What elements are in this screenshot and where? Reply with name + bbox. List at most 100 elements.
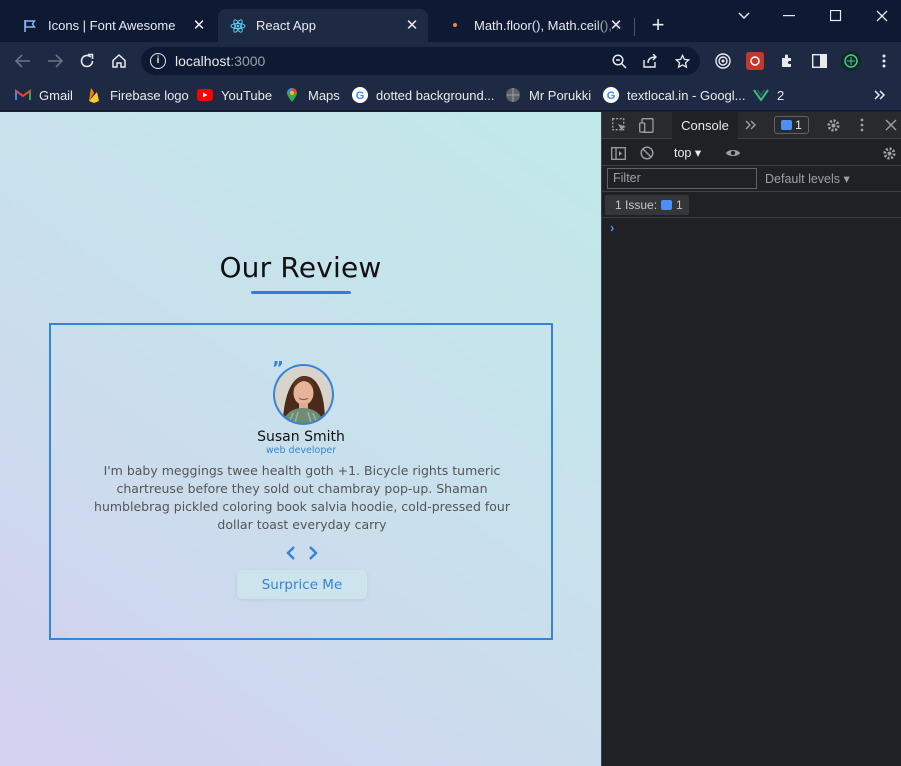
devtools-tab-bar: Console 1 [602, 112, 901, 139]
bookmark-label: textlocal.in - Googl... [627, 87, 746, 103]
maximize-icon[interactable] [813, 4, 859, 28]
close-devtools-icon[interactable] [882, 116, 900, 134]
svg-text:G: G [607, 90, 616, 102]
bookmark-youtube[interactable]: YouTube [197, 85, 272, 105]
title-underline [251, 291, 351, 294]
devtools-panel: Console 1 top ▾ Filter Default levels ▾ … [601, 112, 901, 766]
clear-console-icon[interactable] [638, 144, 656, 162]
issues-label: 1 Issue: [615, 198, 658, 212]
issues-badge-button[interactable]: 1 [774, 116, 809, 134]
filter-input[interactable]: Filter [607, 168, 757, 189]
bookmark-label: Maps [308, 87, 340, 103]
puzzle-icon[interactable] [778, 52, 796, 70]
tab-strip: Icons | Font Awesome ✕ React App ✕ Math.… [0, 0, 901, 42]
bookmark-maps[interactable]: Maps [284, 85, 340, 105]
close-icon[interactable]: ✕ [191, 17, 207, 34]
firebase-icon [86, 87, 102, 103]
issues-chip[interactable]: 1 Issue: 1 [605, 195, 689, 215]
issues-badge-count: 1 [795, 118, 802, 132]
console-settings-gear-icon[interactable] [880, 144, 898, 162]
inspect-element-icon[interactable] [610, 116, 628, 134]
tab-console[interactable]: Console [672, 112, 738, 139]
close-icon[interactable]: ✕ [608, 17, 624, 34]
bookmark-star-icon[interactable] [674, 53, 690, 69]
minimize-icon[interactable] [766, 4, 812, 28]
bookmark-firebase-logo[interactable]: Firebase logo [86, 85, 189, 105]
settings-gear-icon[interactable] [824, 116, 842, 134]
flag-icon [22, 18, 38, 34]
maps-pin-icon [284, 87, 300, 103]
review-card: ” Susan Smith web developer I'm baby meg… [49, 323, 553, 640]
devtools-kebab-icon[interactable] [853, 116, 871, 134]
bookmark-dotted-background[interactable]: G dotted background... [352, 85, 495, 105]
bookmark-label: Gmail [39, 87, 73, 103]
globe-icon [505, 87, 521, 103]
youtube-icon [197, 87, 213, 103]
share-icon[interactable] [642, 53, 658, 69]
tab-title: Icons | Font Awesome [48, 18, 176, 33]
more-tabs-chevron-icon[interactable] [742, 116, 760, 134]
dot-icon [448, 18, 464, 34]
show-sidebar-icon[interactable] [609, 144, 627, 162]
issues-chip-count: 1 [676, 198, 683, 212]
extension-red-icon[interactable] [746, 52, 764, 70]
next-review-chevron-right-icon[interactable] [304, 543, 322, 563]
tab-title: React App [256, 18, 316, 33]
tab-react-app[interactable]: React App ✕ [218, 9, 428, 42]
site-info-icon[interactable]: i [150, 53, 166, 69]
console-toolbar [602, 140, 901, 166]
vue-style-icon [753, 87, 769, 103]
new-tab-plus-icon[interactable]: + [648, 14, 668, 36]
page-title: Our Review [219, 251, 382, 284]
gmail-icon [15, 87, 31, 103]
surprise-me-button[interactable]: Surprice Me [237, 570, 367, 599]
kebab-menu-icon[interactable] [875, 52, 893, 70]
bookmark-mr-porukki[interactable]: Mr Porukki [505, 85, 591, 105]
bookmarks-bar: Gmail Firebase logo YouTube Maps G dotte… [0, 79, 901, 111]
reviewer-name: Susan Smith [257, 429, 345, 445]
bookmark-gmail[interactable]: Gmail [15, 85, 73, 105]
bookmark-label: YouTube [221, 87, 273, 103]
review-nav [282, 543, 326, 563]
review-text: I'm baby meggings twee health goth +1. B… [94, 463, 510, 532]
bookmarks-overflow-icon[interactable] [874, 85, 886, 105]
tab-math-floor[interactable]: Math.floor(), Math.ceil(), Ma ✕ [436, 9, 632, 42]
extension-target-icon[interactable] [714, 52, 732, 70]
live-expression-eye-icon[interactable] [724, 144, 742, 162]
bookmark-label: 2 [777, 87, 785, 103]
forward-arrow-icon[interactable] [44, 50, 66, 72]
address-bar[interactable]: i localhost:3000 [141, 47, 700, 75]
console-prompt-chevron-icon[interactable]: › [610, 220, 614, 235]
bookmark-label: Firebase logo [110, 87, 189, 103]
bookmark-textlocal[interactable]: G textlocal.in - Googl... [603, 85, 746, 105]
google-icon: G [603, 87, 619, 103]
device-toolbar-icon[interactable] [637, 116, 655, 134]
message-icon [661, 200, 673, 210]
reload-icon[interactable] [76, 50, 98, 72]
web-page-viewport: Our Review ” Susan Smith web developer I… [0, 112, 601, 766]
tab-title: Math.floor(), Math.ceil(), Ma [474, 18, 624, 33]
home-icon[interactable] [108, 50, 130, 72]
react-icon [230, 18, 246, 34]
tab-font-awesome[interactable]: Icons | Font Awesome ✕ [10, 9, 215, 42]
url-text: localhost:3000 [175, 53, 266, 69]
reviewer-job: web developer [265, 445, 337, 456]
prev-review-chevron-left-icon[interactable] [282, 543, 300, 563]
close-window-icon[interactable] [859, 4, 901, 28]
context-selector[interactable]: top ▾ [674, 145, 701, 160]
close-icon[interactable]: ✕ [404, 17, 420, 34]
bookmark-2[interactable]: 2 [753, 85, 784, 105]
profile-avatar[interactable] [841, 51, 861, 71]
tab-search-chevron-icon[interactable] [721, 4, 767, 28]
tab-separator [634, 18, 635, 36]
back-arrow-icon[interactable] [12, 50, 34, 72]
google-icon: G [352, 87, 368, 103]
sidebar-icon[interactable] [810, 52, 828, 70]
log-levels-dropdown[interactable]: Default levels ▾ [765, 171, 850, 186]
bookmark-label: Mr Porukki [529, 87, 592, 103]
zoom-icon[interactable] [611, 53, 627, 69]
svg-text:G: G [356, 90, 365, 102]
message-icon [781, 120, 793, 130]
bookmark-label: dotted background... [376, 87, 495, 103]
browser-toolbar: i localhost:3000 [0, 42, 901, 79]
